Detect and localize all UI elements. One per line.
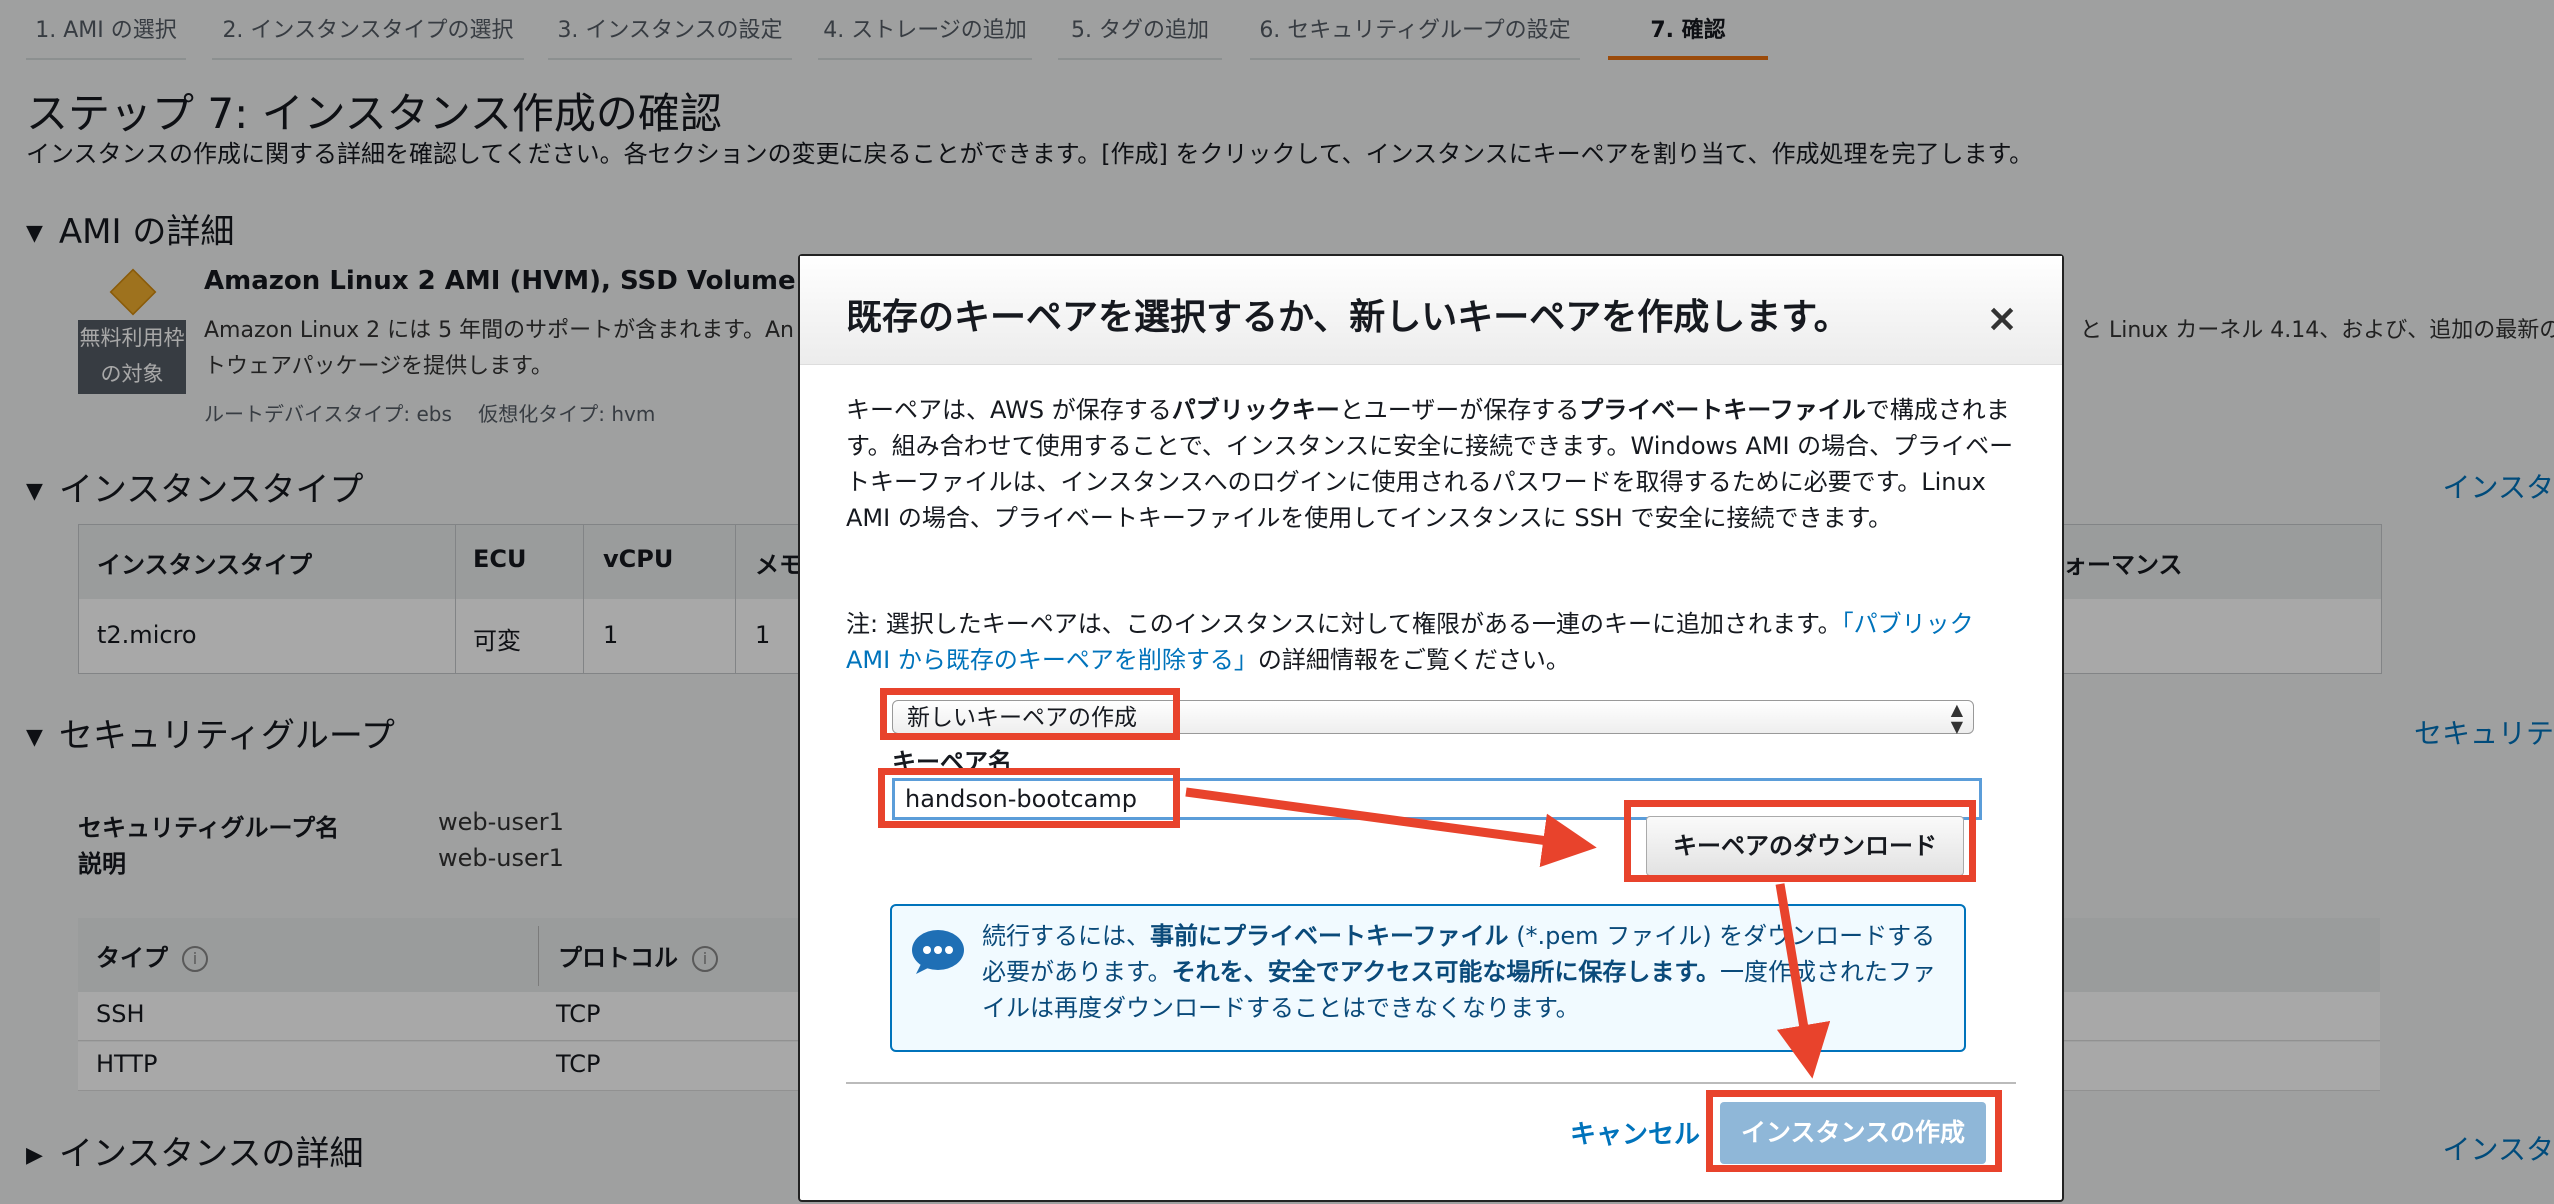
arrow-to-download bbox=[1185, 787, 1597, 868]
arrow-to-create bbox=[1775, 883, 1831, 1079]
annotation-arrows bbox=[1185, 787, 1831, 1079]
